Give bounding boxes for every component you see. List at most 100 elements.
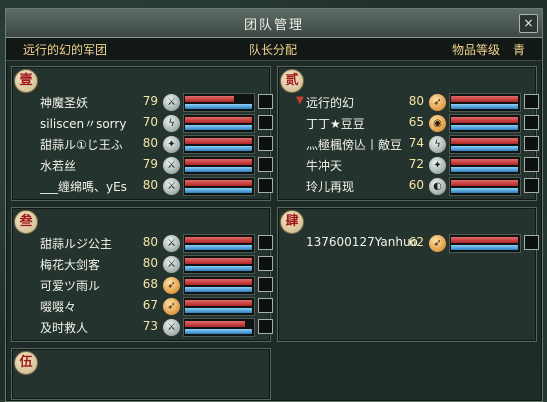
team-management-window: 团队管理 × 远行的幻的军团 队长分配 物品等级 青 壹 神魔圣妖 79 ⚔ sili…: [5, 8, 543, 402]
member-row[interactable]: 甜蒜ル①じ王ふ 80 ✦: [40, 135, 280, 155]
member-level: 80: [142, 256, 158, 270]
member-select-checkbox[interactable]: [258, 157, 273, 172]
mp-bar: [185, 167, 252, 172]
member-select-checkbox[interactable]: [524, 115, 539, 130]
member-row[interactable]: 啜啜々 67 ➶: [40, 297, 280, 317]
hp-bar: [451, 117, 518, 123]
leader-assign-label[interactable]: 队长分配: [249, 41, 297, 58]
claw-icon: ϟ: [162, 114, 181, 133]
member-row[interactable]: 及时救人 73 ⚔: [40, 318, 280, 338]
group-badge-1: 壹: [14, 69, 38, 93]
mp-bar: [185, 266, 252, 271]
hp-mp-bars: [183, 156, 255, 175]
member-level: 60: [408, 178, 424, 192]
member-select-checkbox[interactable]: [524, 94, 539, 109]
member-name: 玲儿再现: [306, 180, 355, 194]
group-panel-2: 贰 ▼ 远行的幻 80 ➶ 丁丁★豆豆 65 ◉ 灬極楓傍亾丨敵豆 74 ϟ 牛冲天 72 ✦ 玲儿再现 6…: [277, 66, 539, 201]
member-select-checkbox[interactable]: [258, 319, 273, 334]
warrior-icon: ⚔: [162, 93, 181, 112]
archer-icon: ➶: [162, 297, 181, 316]
member-row[interactable]: 神魔圣妖 79 ⚔: [40, 93, 280, 113]
member-select-checkbox[interactable]: [258, 178, 273, 193]
member-select-checkbox[interactable]: [524, 136, 539, 151]
member-select-checkbox[interactable]: [258, 277, 273, 292]
member-row[interactable]: ▼ 远行的幻 80 ➶: [296, 93, 546, 113]
title-bar[interactable]: 团队管理 ×: [6, 9, 542, 38]
member-level: 68: [142, 277, 158, 291]
mp-bar: [185, 308, 252, 313]
member-row[interactable]: 玲儿再现 60 ◐: [306, 177, 546, 197]
member-row[interactable]: 甜蒜ルジ公主 80 ⚔: [40, 234, 280, 254]
group-badge-3: 叁: [14, 210, 38, 234]
mp-bar: [451, 125, 518, 130]
mp-bar: [451, 104, 518, 109]
mp-bar: [451, 146, 518, 151]
mp-bar: [185, 329, 252, 334]
hp-mp-bars: [449, 234, 521, 253]
member-row[interactable]: ___缠绵嗎、yEs 80 ⚔: [40, 177, 280, 197]
member-name: 啜啜々: [40, 300, 77, 314]
member-name: ___缠绵嗎、yEs: [40, 180, 127, 194]
beast-icon: ◉: [428, 114, 447, 133]
member-row[interactable]: 137600127Yanhuo 62 ➶: [306, 234, 546, 254]
member-select-checkbox[interactable]: [258, 298, 273, 313]
hp-bar: [451, 138, 518, 144]
hp-mp-bars: [183, 255, 255, 274]
member-row[interactable]: 可爱ツ雨ル 68 ➶: [40, 276, 280, 296]
member-select-checkbox[interactable]: [258, 94, 273, 109]
warrior-icon: ⚔: [162, 234, 181, 253]
group-panel-4: 肆 137600127Yanhuo 62 ➶: [277, 207, 539, 342]
hp-bar: [451, 96, 518, 102]
hp-mp-bars: [183, 135, 255, 154]
item-level-value[interactable]: 青: [513, 41, 525, 58]
member-select-checkbox[interactable]: [258, 115, 273, 130]
hp-bar: [185, 138, 252, 144]
mage-icon: ✦: [428, 156, 447, 175]
hp-bar: [185, 300, 252, 306]
member-level: 62: [408, 235, 424, 249]
member-select-checkbox[interactable]: [258, 136, 273, 151]
member-select-checkbox[interactable]: [258, 235, 273, 250]
mage-icon: ✦: [162, 135, 181, 154]
member-row[interactable]: 灬極楓傍亾丨敵豆 74 ϟ: [306, 135, 546, 155]
hp-mp-bars: [449, 177, 521, 196]
group-panel-5: 伍: [11, 348, 271, 400]
hp-bar: [185, 237, 252, 243]
mp-bar: [185, 125, 252, 130]
archer-icon: ➶: [428, 93, 447, 112]
member-name: 甜蒜ル①じ王ふ: [40, 138, 123, 152]
archer-icon: ➶: [428, 234, 447, 253]
member-row[interactable]: 丁丁★豆豆 65 ◉: [306, 114, 546, 134]
mp-bar: [451, 167, 518, 172]
member-name: 丁丁★豆豆: [306, 117, 365, 131]
hp-mp-bars: [183, 114, 255, 133]
member-name: 可爱ツ雨ル: [40, 279, 101, 293]
member-level: 80: [142, 235, 158, 249]
hp-bar: [185, 279, 252, 285]
group-badge-4: 肆: [280, 210, 304, 234]
group-panel-1: 壹 神魔圣妖 79 ⚔ siliscen〃sorry 70 ϟ 甜蒜ル①じ王ふ 80 ✦ 水若丝 7…: [11, 66, 273, 201]
member-name: 神魔圣妖: [40, 96, 89, 110]
member-select-checkbox[interactable]: [258, 256, 273, 271]
member-level: 80: [142, 178, 158, 192]
hp-bar: [185, 258, 252, 264]
member-level: 65: [408, 115, 424, 129]
group-panel-3: 叁 甜蒜ルジ公主 80 ⚔ 梅花大剑客 80 ⚔ 可爱ツ雨ル 68 ➶ 啜啜々 67 ➶ 及时救人 73 ⚔: [11, 207, 273, 342]
member-select-checkbox[interactable]: [524, 178, 539, 193]
member-level: 79: [142, 157, 158, 171]
member-name: 牛冲天: [306, 159, 343, 173]
member-select-checkbox[interactable]: [524, 157, 539, 172]
member-level: 74: [408, 136, 424, 150]
hp-mp-bars: [183, 276, 255, 295]
member-row[interactable]: 水若丝 79 ⚔: [40, 156, 280, 176]
hp-mp-bars: [183, 93, 255, 112]
member-row[interactable]: 牛冲天 72 ✦: [306, 156, 546, 176]
mp-bar: [185, 104, 252, 109]
member-row[interactable]: siliscen〃sorry 70 ϟ: [40, 114, 280, 134]
team-name: 远行的幻的军团: [23, 43, 108, 57]
member-select-checkbox[interactable]: [524, 235, 539, 250]
member-row[interactable]: 梅花大剑客 80 ⚔: [40, 255, 280, 275]
team-header-bar: 远行的幻的军团 队长分配 物品等级 青: [6, 38, 542, 61]
hp-mp-bars: [449, 114, 521, 133]
close-button[interactable]: ×: [519, 14, 538, 33]
